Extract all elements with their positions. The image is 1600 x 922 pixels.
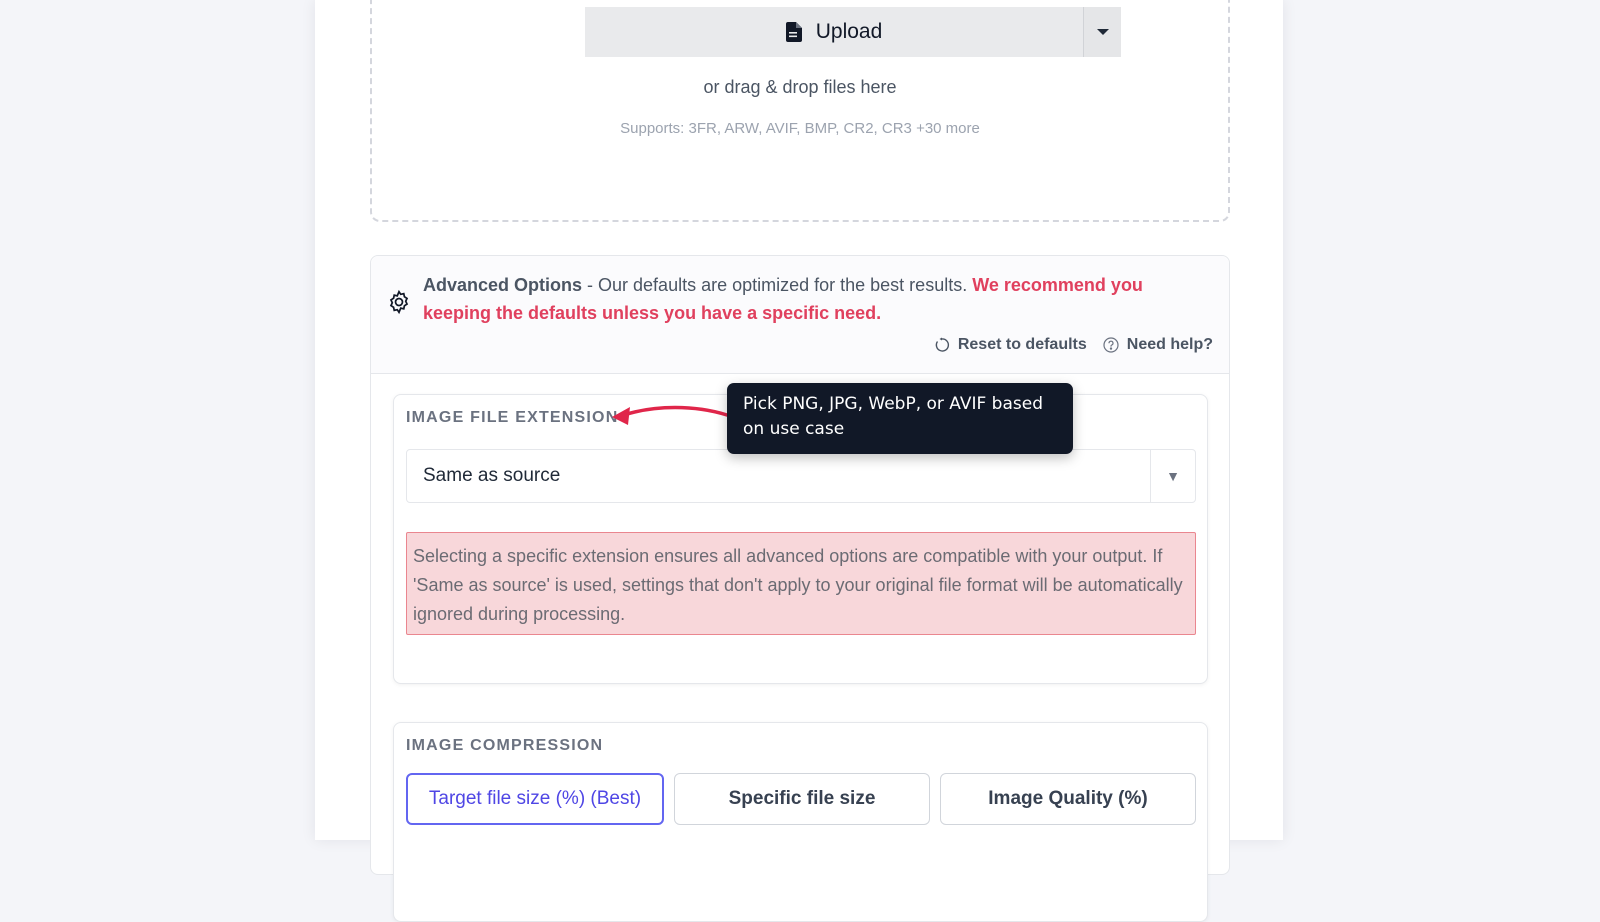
supported-formats: Supports: 3FR, ARW, AVIF, BMP, CR2, CR3 … [620,120,980,137]
upload-button[interactable]: Upload [585,7,1083,57]
tab-target-file-size[interactable]: Target file size (%) (Best) [406,773,664,825]
caret-down-icon [1096,29,1109,35]
advanced-options-note: - Our defaults are optimized for the bes… [582,275,973,295]
need-help-label: Need help? [1126,336,1213,353]
reset-defaults-link[interactable]: Reset to defaults [934,336,1087,354]
upload-options-dropdown[interactable] [1083,7,1121,57]
image-compression-section: IMAGE COMPRESSION Target file size (%) (… [393,722,1208,922]
image-compression-label: IMAGE COMPRESSION [406,737,604,754]
tooltip: Pick PNG, JPG, WebP, or AVIF based on us… [727,383,1073,454]
compression-mode-tabs: Target file size (%) (Best) Specific fil… [406,773,1196,825]
advanced-options-links: Reset to defaults Need help? [934,336,1213,354]
advanced-options-card: Advanced Options - Our defaults are opti… [370,255,1230,922]
reset-icon [935,337,949,352]
advanced-options-description: Advanced Options - Our defaults are opti… [423,271,1183,327]
reset-defaults-label: Reset to defaults [957,336,1087,353]
need-help-link[interactable]: Need help? [1103,336,1213,354]
advanced-options-title: Advanced Options [423,275,583,295]
triangle-down-icon: ▼ [1150,450,1195,502]
file-icon [785,22,802,42]
question-circle-icon [1103,337,1119,353]
tab-specific-file-size[interactable]: Specific file size [674,773,930,825]
file-extension-selected-value: Same as source [423,465,561,486]
upload-button-label: Upload [815,20,883,43]
annotation-arrow [612,405,729,425]
file-extension-alert: Selecting a specific extension ensures a… [406,532,1196,635]
upload-dropzone[interactable]: Upload or drag & drop files here Support… [370,0,1230,222]
tab-image-quality[interactable]: Image Quality (%) [940,773,1196,825]
advanced-options-header: Advanced Options - Our defaults are opti… [371,256,1229,374]
drop-hint: or drag & drop files here [703,77,897,97]
gear-icon [389,289,409,315]
file-extension-label: IMAGE FILE EXTENSION [406,409,619,426]
file-extension-select[interactable]: Same as source ▼ [406,449,1196,503]
upload-button-group: Upload [585,7,1121,57]
